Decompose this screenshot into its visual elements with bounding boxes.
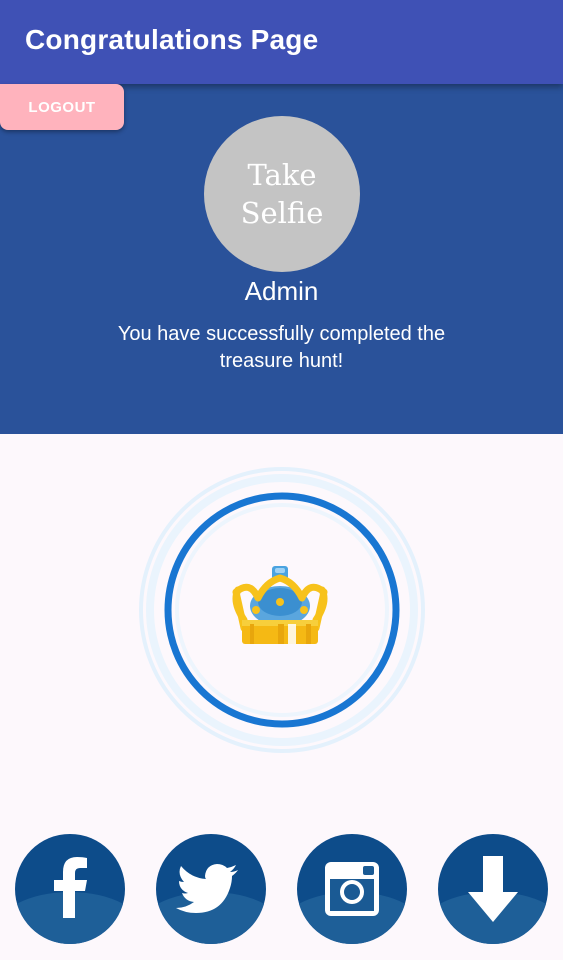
twitter-share-button[interactable] <box>156 834 266 944</box>
selfie-label: Take Selfie <box>240 158 324 230</box>
profile-header: LOGOUT Take Selfie Admin You have succes… <box>0 84 563 434</box>
instagram-share-button[interactable] <box>297 834 407 944</box>
app-bar: Congratulations Page <box>0 0 563 84</box>
completion-message: You have successfully completed the trea… <box>117 323 446 372</box>
download-icon <box>468 856 518 922</box>
page-title: Congratulations Page <box>25 24 319 55</box>
instagram-icon <box>325 862 379 916</box>
twitter-icon <box>176 864 238 913</box>
crown-icon <box>232 566 328 644</box>
download-button[interactable] <box>438 834 548 944</box>
facebook-icon <box>54 857 87 918</box>
logout-button[interactable]: LOGOUT <box>0 84 124 130</box>
take-selfie-button[interactable]: Take Selfie <box>204 116 360 272</box>
facebook-share-button[interactable] <box>15 834 125 944</box>
username: Admin <box>244 276 319 306</box>
